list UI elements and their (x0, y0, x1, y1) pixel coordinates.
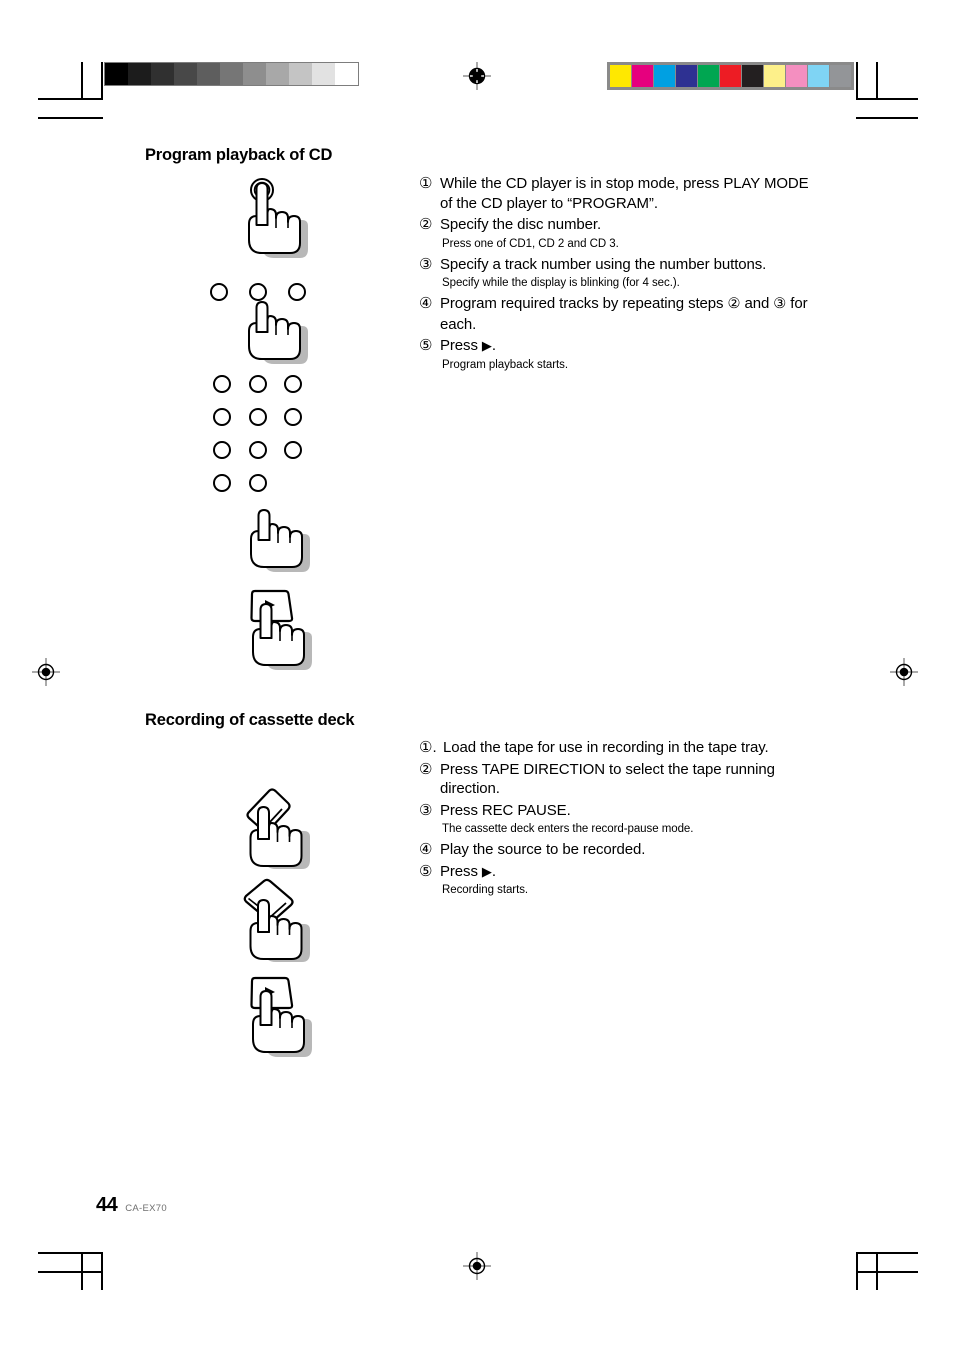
registration-mark-left (32, 658, 60, 686)
step-note: Specify while the display is blinking (f… (442, 277, 680, 289)
step-list-recording-cassette: ①. Load the tape for use in recording in … (419, 738, 819, 901)
step-text: Press ▶. (440, 337, 496, 354)
registration-mark-top (463, 62, 491, 90)
step-number: ② (419, 760, 433, 778)
step-note: Recording starts. (442, 884, 529, 896)
number-button (213, 408, 231, 426)
color-swatch (808, 65, 829, 87)
greyscale-swatch (289, 63, 312, 85)
step-text: While the CD player is in stop mode, pre… (440, 175, 809, 212)
disc-button (210, 283, 228, 301)
step-number: ③ (419, 255, 433, 273)
step-note: Press one of CD1, CD 2 and CD 3. (442, 237, 619, 250)
step-list-program-playback: ① While the CD player is in stop mode, pr… (419, 174, 819, 376)
greyscale-swatch (128, 63, 151, 85)
greyscale-calibration-bar (104, 62, 359, 86)
step-item: ② Specify the disc number. (419, 215, 819, 235)
color-swatch (764, 65, 785, 87)
number-button (249, 408, 267, 426)
color-swatch (698, 65, 719, 87)
step-number: ①. (419, 739, 437, 756)
disc-button (249, 283, 267, 301)
step-item: ④ Program required tracks by repeating st… (419, 294, 819, 334)
number-button (284, 408, 302, 426)
step-item: ③ Specify a track number using the number… (419, 255, 819, 275)
step-note: Program playback starts. (442, 358, 568, 371)
page-footer: 44 CA-EX70 (96, 1194, 167, 1217)
greyscale-swatch (174, 63, 197, 85)
step-item: ⑤ Press ▶. (419, 862, 819, 882)
number-button (249, 375, 267, 393)
number-button (249, 474, 267, 492)
color-swatch (742, 65, 763, 87)
greyscale-swatch (266, 63, 289, 85)
step-note: The cassette deck enters the record-paus… (442, 823, 694, 835)
step-item: ④ Play the source to be recorded. (419, 840, 819, 860)
hand-pressing-play-button-icon-tape (240, 975, 320, 1067)
number-button (284, 441, 302, 459)
greyscale-swatch (105, 63, 128, 85)
step-item: ⑤ Press ▶. (419, 336, 819, 356)
number-button (213, 474, 231, 492)
step-text: Program required tracks by repeating ste… (440, 295, 808, 333)
disc-button (288, 283, 306, 301)
greyscale-swatch (151, 63, 174, 85)
step-number: ⑤ (419, 337, 433, 354)
manual-page: Program playback of CD ① While the CD pl… (0, 0, 954, 1351)
step-text: Load the tape for use in recording in th… (443, 739, 769, 756)
step-text: Press ▶. (440, 862, 496, 880)
color-swatch (786, 65, 807, 87)
hand-pressing-play-button-icon-cd (240, 588, 320, 680)
section-heading-program-playback: Program playback of CD (145, 146, 333, 164)
step-item: ①. Load the tape for use in recording in … (419, 738, 819, 758)
number-button (284, 375, 302, 393)
step-number: ③ (419, 801, 433, 819)
hand-pointing-icon (240, 508, 318, 580)
hand-pressing-round-button-icon (238, 178, 316, 268)
number-button (213, 375, 231, 393)
section-heading-recording-cassette: Recording of cassette deck (145, 711, 355, 729)
step-text: Specify the disc number. (440, 216, 602, 233)
step-number: ④ (419, 841, 433, 858)
step-item: ③ Press REC PAUSE. (419, 801, 819, 821)
step-text: Specify a track number using the number … (440, 255, 767, 273)
color-calibration-bar (607, 62, 854, 90)
step-item: ② Press TAPE DIRECTION to select the tape… (419, 760, 819, 799)
greyscale-swatch (197, 63, 220, 85)
step-number: ② (419, 216, 433, 233)
color-swatch (632, 65, 653, 87)
registration-mark-right (890, 658, 918, 686)
step-text: Play the source to be recorded. (440, 841, 646, 858)
greyscale-swatch (312, 63, 335, 85)
step-number: ④ (419, 295, 433, 312)
number-button (213, 441, 231, 459)
registration-mark-bottom (463, 1252, 491, 1280)
step-number: ⑤ (419, 862, 433, 880)
step-item: ① While the CD player is in stop mode, pr… (419, 174, 819, 213)
color-swatch (720, 65, 741, 87)
step-text: Press REC PAUSE. (440, 801, 571, 819)
greyscale-swatch (335, 63, 358, 85)
greyscale-swatch (220, 63, 243, 85)
hand-pressing-keypad-icon (238, 300, 316, 372)
number-button (249, 441, 267, 459)
step-number: ① (419, 175, 433, 192)
color-swatch (654, 65, 675, 87)
color-swatch (676, 65, 697, 87)
hand-pressing-tape-direction-button-icon (236, 785, 320, 877)
color-swatch (610, 65, 631, 87)
color-swatch (830, 65, 851, 87)
hand-pressing-rec-pause-button-icon (236, 878, 320, 970)
model-number: CA-EX70 (125, 1203, 167, 1214)
step-text: Press TAPE DIRECTION to select the tape … (440, 760, 775, 798)
page-number: 44 (96, 1194, 118, 1216)
greyscale-swatch (243, 63, 266, 85)
